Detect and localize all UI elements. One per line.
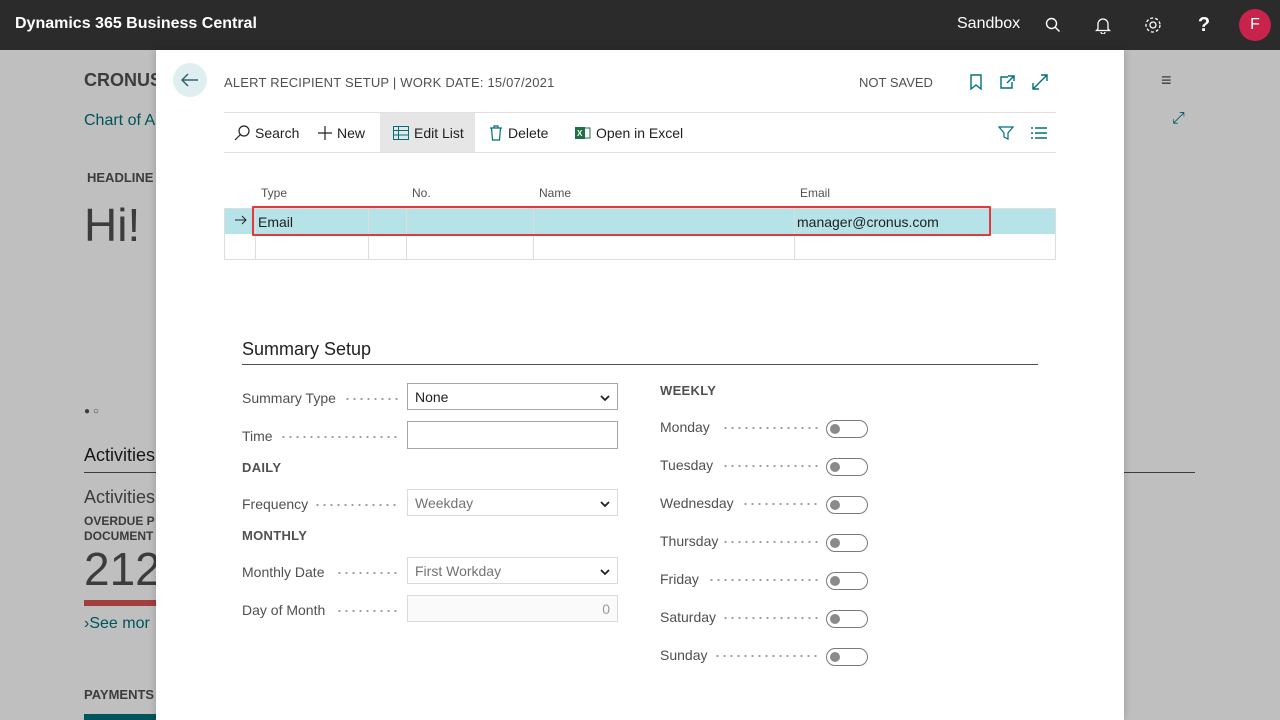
sunday-label: Sunday xyxy=(660,647,708,663)
bookmark-icon[interactable] xyxy=(966,72,986,92)
expand-icon[interactable] xyxy=(1030,72,1050,92)
frequency-label: Frequency xyxy=(242,496,309,512)
search-icon xyxy=(234,124,250,141)
chevron-down-icon xyxy=(600,389,610,405)
monday-toggle[interactable] xyxy=(826,420,868,438)
back-button[interactable] xyxy=(173,63,207,97)
saturday-toggle[interactable] xyxy=(826,610,868,628)
user-avatar[interactable]: F xyxy=(1239,9,1271,41)
wednesday-toggle[interactable] xyxy=(826,496,868,514)
open-in-excel-button[interactable]: X Open in Excel xyxy=(575,113,683,152)
day-of-month-label: Day of Month xyxy=(242,602,326,618)
friday-label: Friday xyxy=(660,571,699,587)
gear-icon[interactable] xyxy=(1141,13,1165,37)
summary-type-label: Summary Type xyxy=(242,390,336,406)
saturday-label: Saturday xyxy=(660,609,717,625)
new-button[interactable]: New xyxy=(318,113,365,152)
alert-recipient-setup-dialog: ALERT RECIPIENT SETUP | WORK DATE: 15/07… xyxy=(156,50,1124,720)
delete-label: Delete xyxy=(508,124,549,141)
summary-type-select[interactable]: None xyxy=(407,383,618,410)
edit-list-icon xyxy=(393,125,409,140)
daily-group-label: DAILY xyxy=(242,460,282,475)
sunday-toggle[interactable] xyxy=(826,648,868,666)
tuesday-label: Tuesday xyxy=(660,457,714,473)
frequency-select[interactable]: Weekday xyxy=(407,489,618,516)
monthly-date-label: Monthly Date xyxy=(242,564,325,580)
chevron-down-icon xyxy=(600,495,610,511)
day-of-month-input[interactable]: 0 xyxy=(407,595,618,622)
dialog-title: ALERT RECIPIENT SETUP | WORK DATE: 15/07… xyxy=(224,75,555,90)
time-input[interactable] xyxy=(407,421,618,449)
save-status: NOT SAVED xyxy=(859,75,933,90)
weekly-group-label: WEEKLY xyxy=(660,383,717,398)
svg-text:X: X xyxy=(577,129,583,138)
excel-icon: X xyxy=(575,125,591,141)
thursday-label: Thursday xyxy=(660,533,719,549)
open-new-window-icon[interactable] xyxy=(997,72,1017,92)
column-header-email[interactable]: Email xyxy=(800,186,830,200)
search-label: Search xyxy=(255,124,300,141)
arrow-left-icon xyxy=(181,73,198,87)
filter-icon[interactable] xyxy=(998,113,1014,152)
action-bar: Search New Edit List Delete X Open in Ex… xyxy=(224,112,1056,153)
chevron-down-icon xyxy=(600,563,610,579)
plus-icon xyxy=(318,125,332,140)
table-row-empty[interactable] xyxy=(224,234,1056,260)
search-icon[interactable] xyxy=(1041,13,1065,37)
bell-icon[interactable] xyxy=(1091,13,1115,37)
section-divider xyxy=(242,364,1038,365)
wednesday-label: Wednesday xyxy=(660,495,734,511)
app-title[interactable]: Dynamics 365 Business Central xyxy=(15,15,257,33)
edit-list-label: Edit List xyxy=(414,124,464,141)
column-header-type[interactable]: Type xyxy=(261,186,287,200)
delete-button[interactable]: Delete xyxy=(489,113,548,152)
monday-label: Monday xyxy=(660,419,710,435)
row-indicator-arrow-icon xyxy=(234,213,248,229)
column-header-no[interactable]: No. xyxy=(412,186,431,200)
edit-list-button[interactable]: Edit List xyxy=(380,113,475,152)
tuesday-toggle[interactable] xyxy=(826,458,868,476)
summary-setup-title[interactable]: Summary Setup xyxy=(242,339,371,360)
list-view-icon[interactable] xyxy=(1031,113,1047,152)
new-label: New xyxy=(337,124,366,141)
search-button[interactable]: Search xyxy=(234,113,299,152)
highlight-box xyxy=(252,206,991,236)
open-in-excel-label: Open in Excel xyxy=(596,124,684,141)
trash-icon xyxy=(489,124,503,141)
thursday-toggle[interactable] xyxy=(826,534,868,552)
monthly-group-label: MONTHLY xyxy=(242,528,308,543)
column-header-name[interactable]: Name xyxy=(539,186,571,200)
monthly-date-select[interactable]: First Workday xyxy=(407,557,618,584)
time-label: Time xyxy=(242,428,273,444)
environment-label: Sandbox xyxy=(957,15,1021,32)
help-icon[interactable]: ? xyxy=(1192,13,1216,37)
friday-toggle[interactable] xyxy=(826,572,868,590)
app-header: Dynamics 365 Business Central Sandbox ? … xyxy=(0,0,1280,50)
